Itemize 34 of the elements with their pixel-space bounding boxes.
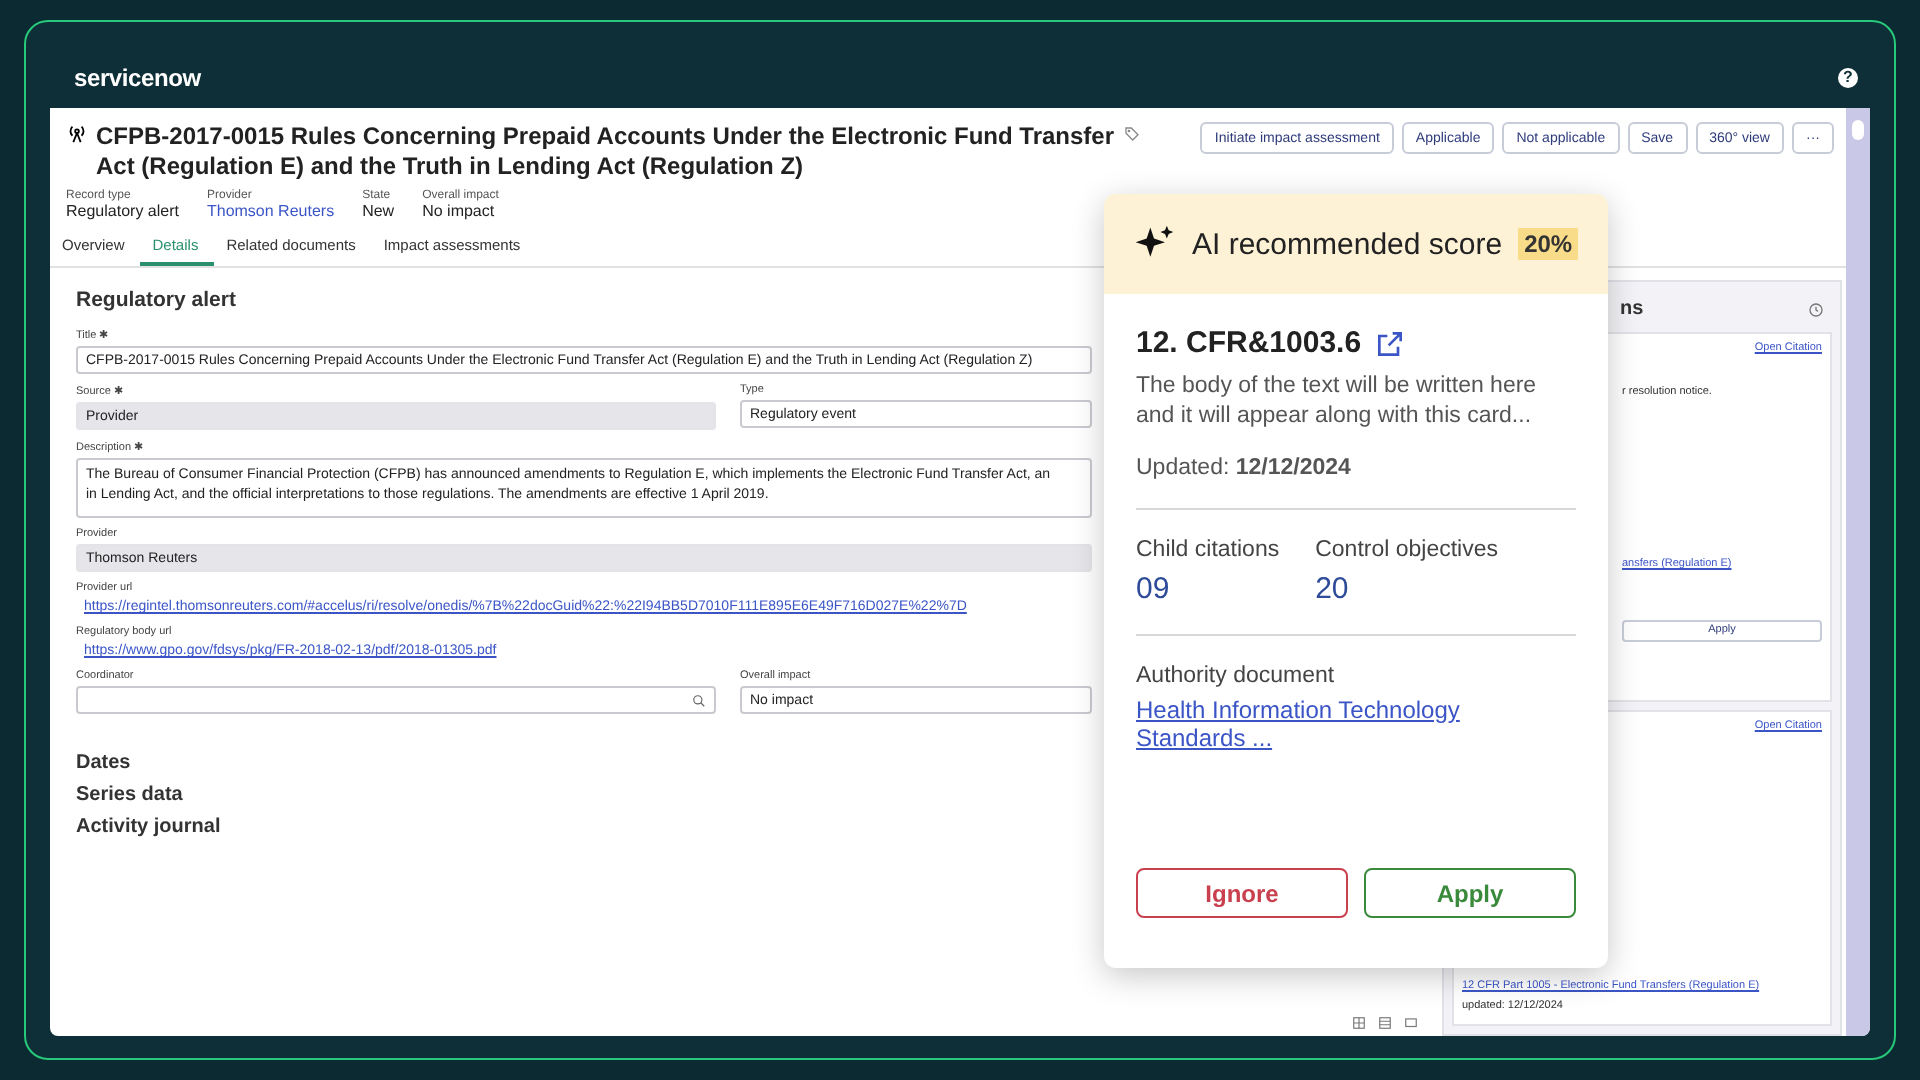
panel-title: ns <box>1620 298 1644 320</box>
updated-date: Updated: 12/12/2024 <box>1136 456 1353 480</box>
meta-value: No impact <box>422 202 497 220</box>
record-title: CFPB-2017-0015 Rules Concerning Prepaid Accounts Under the Electronic Fund Transfer Act (Regulation E) and the Truth in Lending Act (Regulation Z) <box>96 122 1116 182</box>
section-heading[interactable]: Dates <box>76 752 131 774</box>
card-description: The body of the text will be written here and it will appear along with this card... <box>1136 372 1539 432</box>
tag-icon <box>1124 126 1140 142</box>
lookup-field[interactable] <box>76 686 716 714</box>
search-icon <box>692 693 706 707</box>
broadcast-icon <box>66 122 88 144</box>
card-header: AI recommended score <box>1192 227 1503 261</box>
meta-value: Regulatory alert <box>66 202 179 220</box>
stat-label: Child citations <box>1136 538 1280 562</box>
provider-link[interactable]: Thomson Reuters <box>206 202 335 220</box>
brand-logo: servicenow <box>74 63 201 91</box>
clock-icon <box>1808 301 1824 317</box>
card-action-button[interactable]: Apply <box>1364 868 1576 918</box>
stat-value: 20 <box>1315 572 1351 606</box>
authority-label: Authority document <box>1136 664 1337 688</box>
citation-code: 12. CFR&1003.6 <box>1136 326 1362 360</box>
grid-view-icon <box>1352 1016 1366 1030</box>
card-action-button[interactable]: Ignore <box>1136 868 1348 918</box>
section-heading: Regulatory alert <box>76 288 238 312</box>
external-link-icon <box>1373 327 1406 359</box>
screen-icon <box>1404 1016 1418 1030</box>
help-icon[interactable]: ? <box>1838 67 1858 87</box>
stat-value: 09 <box>1136 572 1172 606</box>
section-heading[interactable]: Series data <box>76 784 183 806</box>
meta-value: New <box>362 202 395 220</box>
stat-label: Control objectives <box>1315 538 1498 562</box>
authority-link[interactable]: Health Information Technology Standards ... <box>1136 696 1516 752</box>
list-view-icon <box>1378 1016 1392 1030</box>
section-heading[interactable]: Activity journal <box>76 816 221 838</box>
score-badge: 20% <box>1518 228 1579 260</box>
